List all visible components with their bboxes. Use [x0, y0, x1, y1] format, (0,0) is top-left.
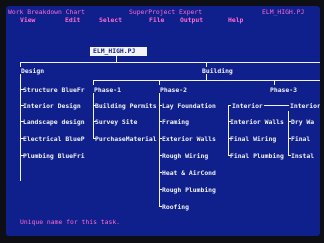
- app-title: SuperProject Expert: [129, 8, 203, 16]
- wbs-electrical-blueprint[interactable]: Electrical BlueP: [23, 135, 85, 143]
- wbs-phase-3[interactable]: Phase-3: [270, 86, 297, 94]
- wbs-final-plumbing[interactable]: Final Plumbing: [230, 152, 284, 160]
- menu-select[interactable]: Select: [99, 16, 122, 24]
- wbs-interior[interactable]: Interior: [231, 102, 264, 110]
- wbs-root-selected[interactable]: ELM_HIGH.PJ: [90, 47, 147, 56]
- wbs-final-wiring[interactable]: Final Wiring: [230, 135, 276, 143]
- project-file-name: ELM_HIGH.PJ: [262, 8, 305, 16]
- status-message: Unique name for this task.: [20, 218, 121, 226]
- wbs-design[interactable]: Design: [21, 67, 44, 75]
- level1-connector: [20, 62, 320, 63]
- menu-file[interactable]: File: [149, 16, 164, 24]
- wbs-final-sub[interactable]: Final: [291, 135, 310, 143]
- wbs-survey-site[interactable]: Survey Site: [95, 118, 137, 126]
- menu-output[interactable]: Output: [180, 16, 203, 24]
- wbs-interior-walls[interactable]: Interior Walls: [230, 118, 284, 126]
- wbs-lay-foundation[interactable]: Lay Foundation: [162, 102, 216, 110]
- design-branch-line: [20, 74, 21, 181]
- menu-edit[interactable]: Edit: [65, 16, 80, 24]
- wbs-purchase-material[interactable]: PurchaseMaterial: [95, 135, 157, 143]
- screen: Work Breakdown Chart SuperProject Expert…: [6, 6, 320, 236]
- wbs-exterior-walls[interactable]: Exterior Walls: [162, 135, 216, 143]
- wbs-install[interactable]: Instal: [291, 152, 314, 160]
- wbs-landscape-design[interactable]: Landscape design: [23, 118, 85, 126]
- wbs-dry-wall[interactable]: Dry Wa: [291, 118, 314, 126]
- wbs-plumbing-blueprint[interactable]: Plumbing BlueFri: [23, 152, 85, 160]
- wbs-heat-aircond[interactable]: Heat & AirCond: [162, 169, 216, 177]
- wbs-building-permits[interactable]: Building Permits: [95, 102, 157, 110]
- wbs-interior-design[interactable]: Interior Design: [23, 102, 81, 110]
- menu-help[interactable]: Help: [228, 16, 243, 24]
- wbs-rough-plumbing[interactable]: Rough Plumbing: [162, 186, 216, 194]
- wbs-interior-sub[interactable]: Interior: [289, 102, 320, 110]
- menu-view[interactable]: View: [20, 16, 35, 24]
- wbs-rough-wiring[interactable]: Rough Wiring: [162, 152, 208, 160]
- phase-connector: [93, 80, 320, 81]
- chart-title: Work Breakdown Chart: [8, 8, 85, 16]
- wbs-framing[interactable]: Framing: [162, 118, 189, 126]
- wbs-roofing[interactable]: Roofing: [162, 203, 189, 211]
- wbs-phase-1[interactable]: Phase-1: [94, 86, 121, 94]
- wbs-phase-2[interactable]: Phase-2: [160, 86, 187, 94]
- wbs-structure-blueprint[interactable]: Structure BlueFr: [23, 86, 85, 94]
